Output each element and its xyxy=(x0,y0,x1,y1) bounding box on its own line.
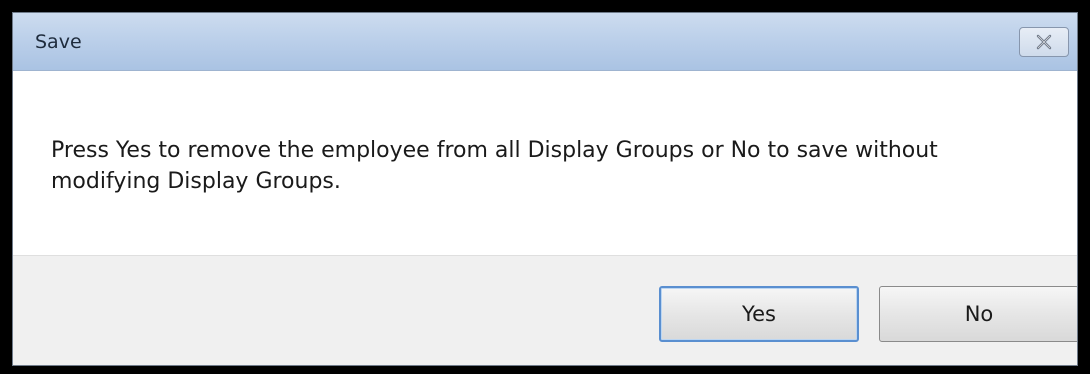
close-icon xyxy=(1035,34,1053,50)
dialog-message: Press Yes to remove the employee from al… xyxy=(51,138,938,194)
dialog-button-bar: Yes No xyxy=(13,255,1077,365)
yes-button[interactable]: Yes xyxy=(659,286,859,342)
no-button[interactable]: No xyxy=(879,286,1077,342)
save-dialog: Save Press Yes to remove the employee fr… xyxy=(12,12,1078,366)
dialog-titlebar[interactable]: Save xyxy=(13,13,1077,71)
dialog-title: Save xyxy=(35,31,82,53)
close-button[interactable] xyxy=(1019,27,1069,57)
dialog-body: Press Yes to remove the employee from al… xyxy=(13,71,1077,255)
